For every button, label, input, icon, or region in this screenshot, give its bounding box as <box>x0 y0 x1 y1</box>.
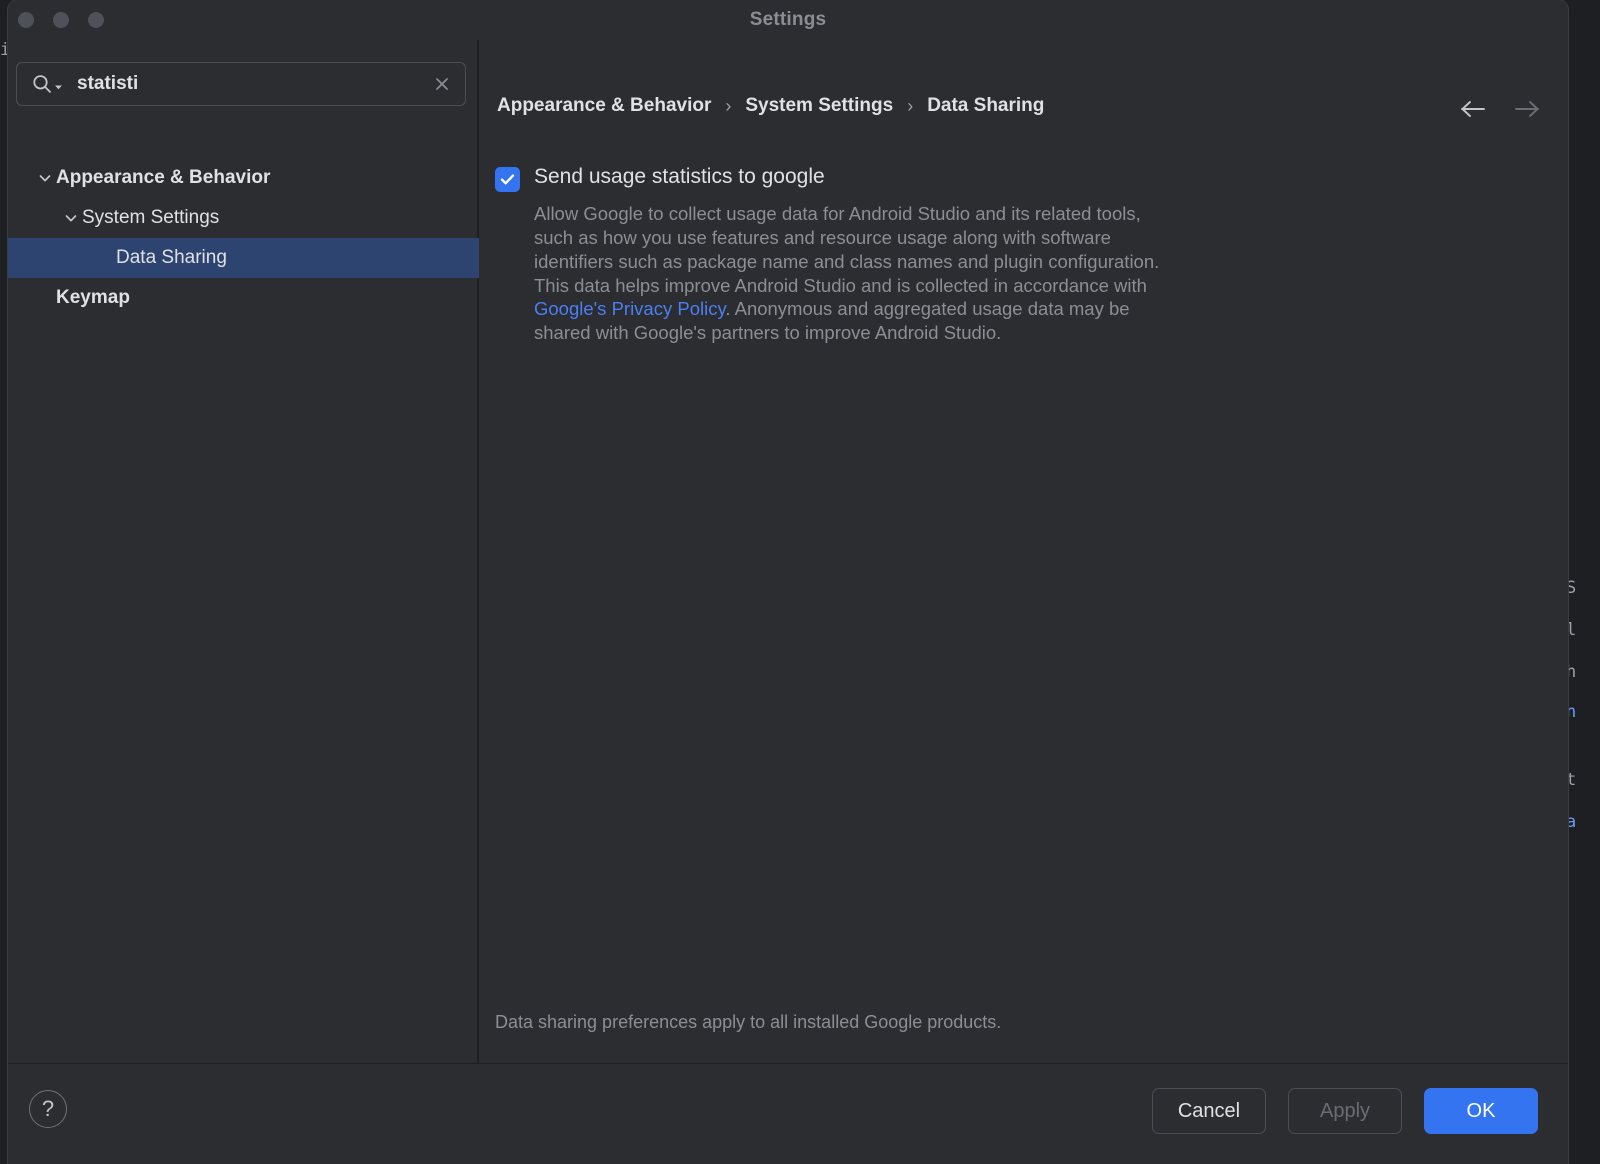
checkbox-row: Send usage statistics to google <box>495 164 1195 192</box>
description-text-before-link: Allow Google to collect usage data for A… <box>534 203 1159 296</box>
send-usage-statistics-label: Send usage statistics to google <box>534 164 825 189</box>
arrow-left-icon[interactable] <box>1458 96 1488 122</box>
breadcrumb-separator: › <box>725 96 731 117</box>
search-icon[interactable] <box>31 73 63 95</box>
sidebar-item-label: Data Sharing <box>116 247 227 269</box>
sidebar-item-appearance-and-behavior[interactable]: Appearance & Behavior <box>8 158 479 198</box>
help-button[interactable]: ? <box>29 1090 67 1128</box>
breadcrumb-separator: › <box>907 96 913 117</box>
breadcrumb-item-system-settings[interactable]: System Settings <box>745 95 893 117</box>
search-input[interactable]: statisti <box>16 62 466 106</box>
breadcrumb-item-data-sharing: Data Sharing <box>927 95 1044 117</box>
settings-sidebar: statisti <box>8 40 479 1063</box>
chevron-down-icon[interactable] <box>34 167 56 189</box>
arrow-right-icon[interactable] <box>1512 96 1542 122</box>
privacy-policy-link[interactable]: Google's Privacy Policy <box>534 298 725 319</box>
settings-tree: Appearance & Behavior System Settings Da… <box>8 158 479 318</box>
sidebar-item-keymap[interactable]: Keymap <box>8 278 479 318</box>
window-title: Settings <box>8 9 1568 31</box>
sidebar-item-label: Keymap <box>56 287 130 309</box>
data-sharing-footnote: Data sharing preferences apply to all in… <box>495 1012 1001 1033</box>
apply-button[interactable]: Apply <box>1288 1088 1402 1134</box>
sidebar-item-system-settings[interactable]: System Settings <box>8 198 479 238</box>
search-input-value: statisti <box>77 73 429 95</box>
data-sharing-description: Allow Google to collect usage data for A… <box>534 202 1182 345</box>
sidebar-item-data-sharing[interactable]: Data Sharing <box>8 238 479 278</box>
data-sharing-option: Send usage statistics to google Allow Go… <box>495 164 1195 345</box>
sidebar-item-label: System Settings <box>82 207 219 229</box>
ok-button[interactable]: OK <box>1424 1088 1538 1134</box>
send-usage-statistics-checkbox[interactable] <box>495 167 520 192</box>
cancel-button[interactable]: Cancel <box>1152 1088 1266 1134</box>
dialog-body: statisti <box>8 40 1568 1063</box>
breadcrumb-item-appearance-and-behavior[interactable]: Appearance & Behavior <box>497 95 711 117</box>
settings-dialog: Settings <box>8 0 1568 1164</box>
sidebar-item-label: Appearance & Behavior <box>56 167 270 189</box>
search-clear-icon[interactable] <box>429 71 455 97</box>
breadcrumb: Appearance & Behavior › System Settings … <box>497 95 1044 117</box>
search-field-wrapper: statisti <box>16 62 466 106</box>
window-titlebar: Settings <box>8 0 1568 40</box>
chevron-down-icon <box>54 83 63 92</box>
dialog-actions: Cancel Apply OK <box>1152 1088 1538 1134</box>
settings-content-pane: Appearance & Behavior › System Settings … <box>479 40 1568 1063</box>
screen: i S l h n t a Settings <box>0 0 1600 1164</box>
dialog-footer: ? Cancel Apply OK <box>8 1063 1568 1164</box>
chevron-down-icon[interactable] <box>60 207 82 229</box>
navigation-arrows <box>1458 96 1542 122</box>
